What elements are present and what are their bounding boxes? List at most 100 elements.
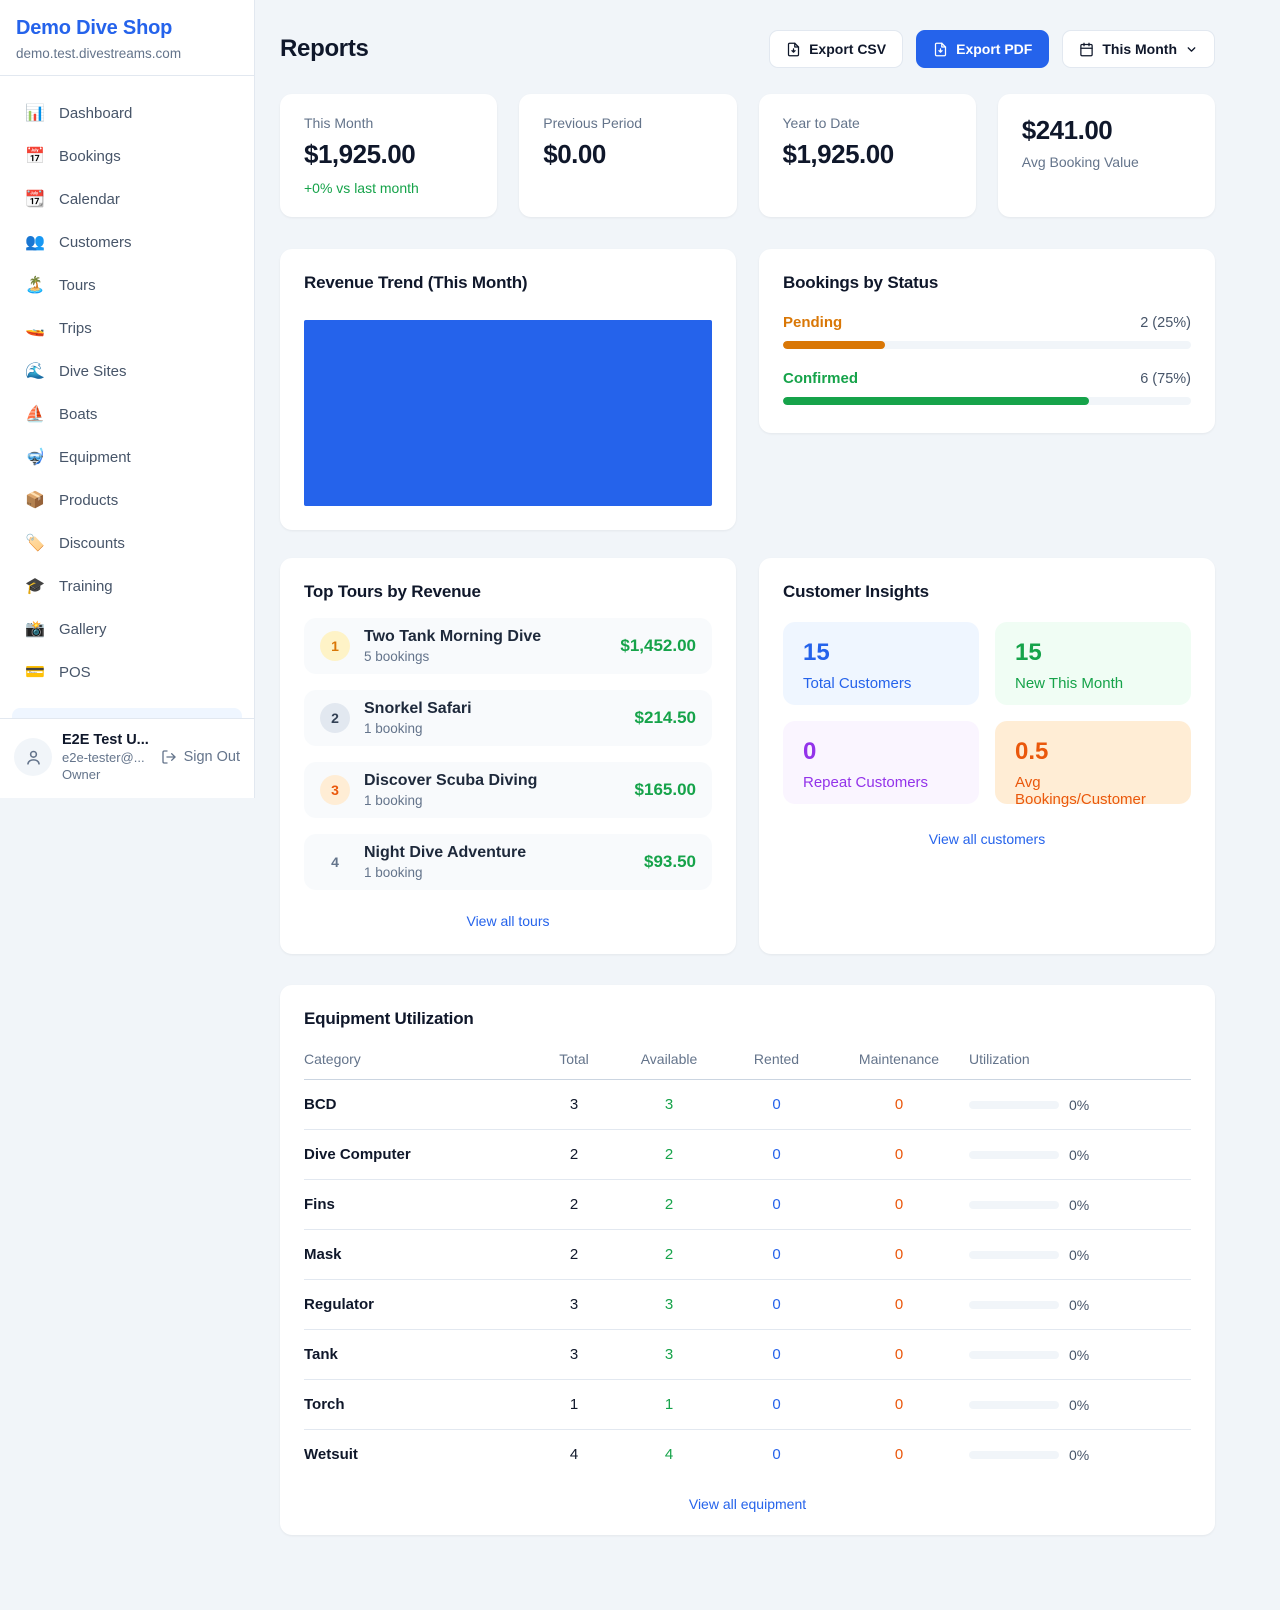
tour-name: Discover Scuba Diving [364,772,621,790]
status-row-confirmed: Confirmed 6 (75%) [783,370,1191,405]
insights-row: Top Tours by Revenue 1 Two Tank Morning … [280,558,1215,954]
sidebar-item-label: Boats [59,404,97,426]
equipment-utilization-card: Equipment Utilization Category Total Ava… [280,985,1215,1535]
sidebar-item-training[interactable]: 🎓 Training [12,566,242,608]
total-cell: 1 [534,1380,614,1430]
trips-icon: 🚤 [24,318,46,340]
table-row: Torch 1 1 0 0 0% [304,1380,1191,1430]
utilization-percent: 0% [1069,1247,1089,1263]
utilization-cell: 0% [969,1097,1191,1113]
maintenance-cell: 0 [829,1280,969,1330]
rented-cell: 0 [724,1380,829,1430]
tour-bookings: 5 bookings [364,649,606,664]
tour-revenue: $1,452.00 [620,636,696,656]
sidebar-item-equipment[interactable]: 🤿 Equipment [12,437,242,479]
status-progress-track [783,397,1191,405]
charts-row: Revenue Trend (This Month) Bookings by S… [280,249,1215,530]
insight-label: Total Customers [803,675,959,692]
utilization-percent: 0% [1069,1197,1089,1213]
total-cell: 2 [534,1180,614,1230]
export-pdf-label: Export PDF [956,41,1032,57]
rank-badge: 4 [320,847,350,877]
sidebar-nav: 📊 Dashboard 📅 Bookings 📆 Calendar 👥 Cust… [0,76,254,718]
sidebar-item-tours[interactable]: 🏝️ Tours [12,265,242,307]
sidebar-item-trips[interactable]: 🚤 Trips [12,308,242,350]
stat-delta: +0% vs last month [304,180,473,196]
stat-label: Avg Booking Value [1022,154,1191,170]
tour-row: 1 Two Tank Morning Dive 5 bookings $1,45… [304,618,712,674]
avatar [14,738,52,776]
calendar-icon: 📆 [24,189,46,211]
sidebar-item-calendar[interactable]: 📆 Calendar [12,179,242,221]
export-csv-button[interactable]: Export CSV [769,30,903,68]
sidebar-item-dive-sites[interactable]: 🌊 Dive Sites [12,351,242,393]
export-pdf-button[interactable]: Export PDF [916,30,1049,68]
column-header-maintenance: Maintenance [829,1051,969,1080]
rented-cell: 0 [724,1330,829,1380]
sidebar-item-customers[interactable]: 👥 Customers [12,222,242,264]
view-all-tours-link[interactable]: View all tours [304,912,712,930]
utilization-percent: 0% [1069,1447,1089,1463]
category-cell: BCD [304,1080,534,1130]
stat-card-previous-period: Previous Period $0.00 [519,94,736,217]
category-cell: Fins [304,1180,534,1230]
rank-badge: 2 [320,703,350,733]
insight-value: 0 [803,738,959,766]
utilization-cell: 0% [969,1347,1191,1363]
sidebar-item-products[interactable]: 📦 Products [12,480,242,522]
column-header-category: Category [304,1051,534,1080]
sidebar-item-label: Customers [59,232,132,254]
utilization-percent: 0% [1069,1297,1089,1313]
sidebar-item-label: Calendar [59,189,120,211]
tour-revenue: $214.50 [635,708,696,728]
revenue-trend-chart [304,320,712,506]
sidebar-item-label: Bookings [59,146,121,168]
insight-tile-avg-bookings: 0.5 Avg Bookings/Customer [995,721,1191,804]
products-icon: 📦 [24,490,46,512]
equipment-header-row: Category Total Available Rented Maintena… [304,1051,1191,1080]
stat-card-avg-booking-value: $241.00 Avg Booking Value [998,94,1215,217]
sidebar-item-boats[interactable]: ⛵ Boats [12,394,242,436]
stat-value: $241.00 [1022,115,1191,146]
maintenance-cell: 0 [829,1130,969,1180]
maintenance-cell: 0 [829,1380,969,1430]
category-cell: Dive Computer [304,1130,534,1180]
sidebar-item-reports-partial[interactable] [12,708,242,718]
sidebar-item-bookings[interactable]: 📅 Bookings [12,136,242,178]
sidebar-item-label: Trips [59,318,92,340]
rented-cell: 0 [724,1130,829,1180]
user-name: E2E Test U... [62,732,151,748]
file-export-icon [786,42,801,57]
stat-label: This Month [304,115,473,131]
maintenance-cell: 0 [829,1330,969,1380]
tour-name: Snorkel Safari [364,700,621,718]
sidebar-item-gallery[interactable]: 📸 Gallery [12,609,242,651]
user-role: Owner [62,767,151,782]
customer-insights-title: Customer Insights [783,582,1191,602]
total-cell: 4 [534,1430,614,1480]
gallery-icon: 📸 [24,619,46,641]
boats-icon: ⛵ [24,404,46,426]
sidebar-item-label: Tours [59,275,96,297]
top-tours-title: Top Tours by Revenue [304,582,712,602]
sidebar-item-discounts[interactable]: 🏷️ Discounts [12,523,242,565]
view-all-equipment-link[interactable]: View all equipment [304,1495,1191,1513]
insight-value: 15 [1015,639,1171,667]
period-select[interactable]: This Month [1062,30,1215,68]
category-cell: Regulator [304,1280,534,1330]
main-content: Reports Export CSV Export PDF This Month [255,0,1280,1575]
tour-row: 2 Snorkel Safari 1 booking $214.50 [304,690,712,746]
sign-out-button[interactable]: Sign Out [161,749,240,765]
tour-bookings: 1 booking [364,865,630,880]
sidebar-item-dashboard[interactable]: 📊 Dashboard [12,93,242,135]
view-all-customers-link[interactable]: View all customers [783,830,1191,848]
sidebar-item-pos[interactable]: 💳 POS [12,652,242,694]
export-csv-label: Export CSV [809,41,886,57]
status-label: Pending [783,314,842,331]
available-cell: 3 [614,1330,724,1380]
customer-insights-card: Customer Insights 15 Total Customers 15 … [759,558,1215,954]
stat-cards: This Month $1,925.00 +0% vs last month P… [280,94,1215,217]
dive-sites-icon: 🌊 [24,361,46,383]
utilization-cell: 0% [969,1397,1191,1413]
available-cell: 2 [614,1180,724,1230]
